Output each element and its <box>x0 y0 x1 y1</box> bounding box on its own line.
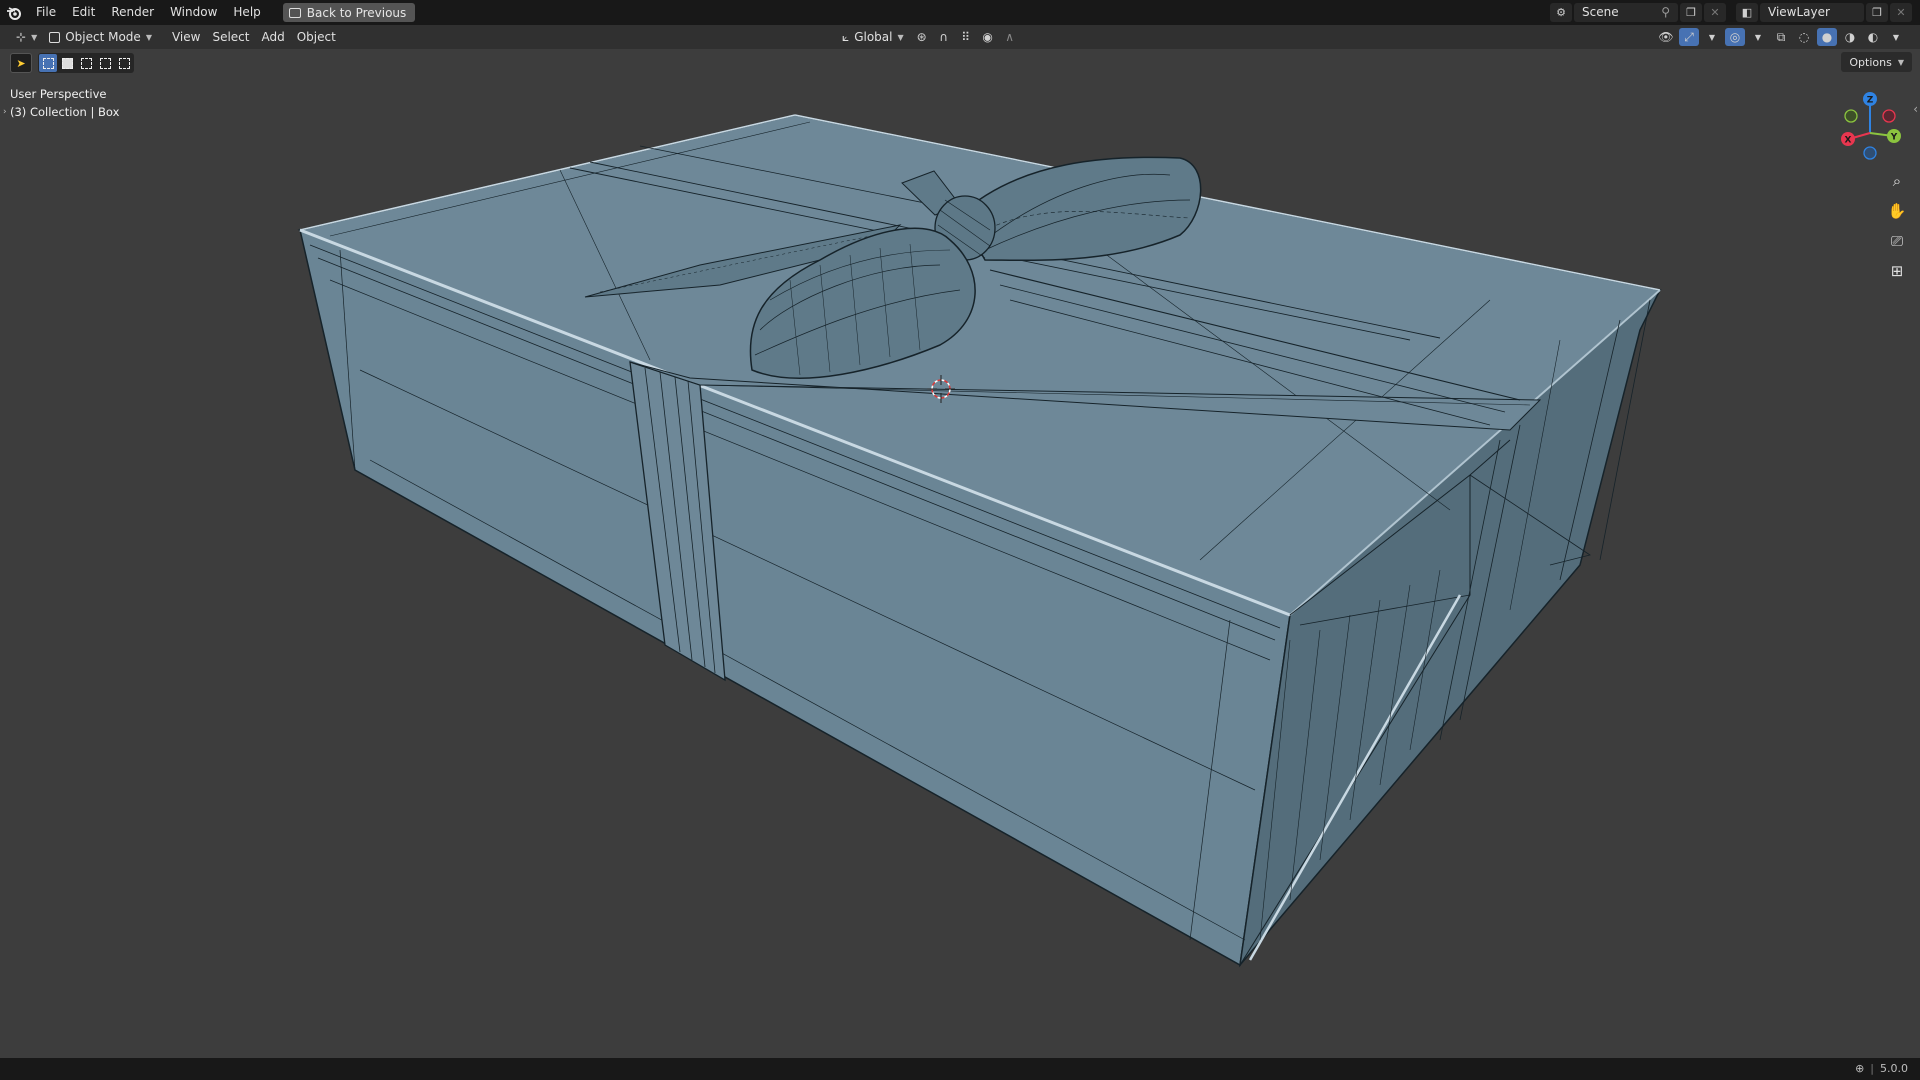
delete-viewlayer-icon[interactable]: ✕ <box>1890 3 1912 22</box>
blender-logo-icon[interactable] <box>0 0 28 25</box>
neg-x-axis-handle[interactable] <box>1882 109 1896 123</box>
menu-window[interactable]: Window <box>162 0 225 25</box>
status-bar: ⊕ | 5.0.0 <box>0 1058 1920 1080</box>
orientation-icon: ⟀ <box>842 29 850 44</box>
editor-type-button[interactable]: ⊹ ▼ <box>10 27 43 47</box>
pin-icon[interactable]: ⚲ <box>1661 3 1670 22</box>
menu-file[interactable]: File <box>28 0 64 25</box>
object-mode-dropdown[interactable]: Object Mode ▼ <box>43 27 158 47</box>
overlays-toggle-icon[interactable]: ◎ <box>1725 28 1745 46</box>
y-axis-label: Y <box>1890 133 1898 143</box>
snap-target-icon[interactable]: ⠿ <box>956 28 976 46</box>
viewport-info: User Perspective (3) Collection | Box › <box>3 85 120 121</box>
menu-view[interactable]: View <box>166 27 206 47</box>
orientation-dropdown[interactable]: ⟀ Global ▼ <box>836 27 910 47</box>
chevron-down-icon: ▼ <box>145 32 152 42</box>
back-to-previous-label: Back to Previous <box>306 5 407 20</box>
orientation-label: Global <box>854 30 893 44</box>
new-viewlayer-icon[interactable]: ❐ <box>1866 3 1888 22</box>
scene-browse-icon[interactable]: ⚙ <box>1550 3 1572 22</box>
navigation-gizmo[interactable]: Z Y X <box>1830 88 1912 170</box>
chevron-down-icon[interactable]: ▼ <box>1702 28 1722 46</box>
object-mode-icon <box>49 31 61 43</box>
neg-z-axis-handle[interactable] <box>1863 146 1877 160</box>
pan-hand-icon[interactable]: ✋ <box>1884 198 1910 224</box>
transform-tools: ⟀ Global ▼ ⊛ ∩ ⠿ ◉ ∧ <box>836 25 1020 49</box>
viewlayer-browse-icon[interactable]: ◧ <box>1736 3 1758 22</box>
menu-render[interactable]: Render <box>103 0 162 25</box>
solid-shading-icon[interactable]: ● <box>1817 28 1837 46</box>
menu-edit[interactable]: Edit <box>64 0 103 25</box>
scene-name-label: Scene <box>1582 5 1619 19</box>
neg-y-axis-handle[interactable] <box>1844 109 1858 123</box>
pivot-point-icon[interactable]: ⊛ <box>912 28 932 46</box>
perspective-label: User Perspective <box>10 87 107 101</box>
viewlayer-name-label: ViewLayer <box>1768 5 1830 19</box>
z-axis-label: Z <box>1867 96 1874 106</box>
object-mode-label: Object Mode <box>65 30 141 44</box>
snap-magnet-icon[interactable]: ∩ <box>934 28 954 46</box>
rendered-shading-icon[interactable]: ◐ <box>1863 28 1883 46</box>
menu-help[interactable]: Help <box>225 0 268 25</box>
gizmo-toggle-icon[interactable]: ⤢ <box>1679 28 1699 46</box>
expand-arrow-icon[interactable]: › <box>3 103 7 121</box>
viewport-3d[interactable] <box>0 49 1920 1058</box>
proportional-edit-icon[interactable]: ◉ <box>978 28 998 46</box>
menu-select[interactable]: Select <box>206 27 255 47</box>
collection-label: (3) Collection | Box <box>10 105 120 119</box>
globe-icon: ⊕ <box>1855 1062 1865 1075</box>
chevron-down-icon[interactable]: ▼ <box>1748 28 1768 46</box>
visibility-icon[interactable]: 👁 <box>1656 28 1676 46</box>
chevron-down-icon[interactable]: ▼ <box>1886 28 1906 46</box>
zoom-icon[interactable]: ⌕ <box>1884 168 1910 194</box>
falloff-icon[interactable]: ∧ <box>1000 28 1020 46</box>
chevron-down-icon: ▼ <box>31 32 38 42</box>
new-scene-icon[interactable]: ❐ <box>1680 3 1702 22</box>
editor-type-icon: ⊹ <box>16 30 27 44</box>
menu-add[interactable]: Add <box>255 27 290 47</box>
sidebar-toggle-icon[interactable]: ‹ <box>1913 102 1918 116</box>
top-bar: File Edit Render Window Help Back to Pre… <box>0 0 1920 25</box>
camera-view-icon[interactable]: ⎚ <box>1884 228 1910 254</box>
back-to-previous-button[interactable]: Back to Previous <box>282 3 416 22</box>
delete-scene-icon[interactable]: ✕ <box>1704 3 1726 22</box>
viewlayer-name-field[interactable]: ViewLayer <box>1760 3 1864 22</box>
xray-toggle-icon[interactable]: ⧉ <box>1771 28 1791 46</box>
version-label: 5.0.0 <box>1880 1062 1908 1075</box>
back-icon <box>288 7 301 18</box>
ortho-grid-icon[interactable]: ⊞ <box>1884 258 1910 284</box>
x-axis-label: X <box>1845 136 1852 146</box>
scene-name-field[interactable]: Scene ⚲ <box>1574 3 1678 22</box>
material-shading-icon[interactable]: ◑ <box>1840 28 1860 46</box>
menu-object[interactable]: Object <box>291 27 342 47</box>
viewport-shading-tools: 👁 ⤢ ▼ ◎ ▼ ⧉ ◌ ● ◑ ◐ ▼ <box>1656 25 1906 49</box>
wireframe-shading-icon[interactable]: ◌ <box>1794 28 1814 46</box>
chevron-down-icon: ▼ <box>897 32 904 42</box>
